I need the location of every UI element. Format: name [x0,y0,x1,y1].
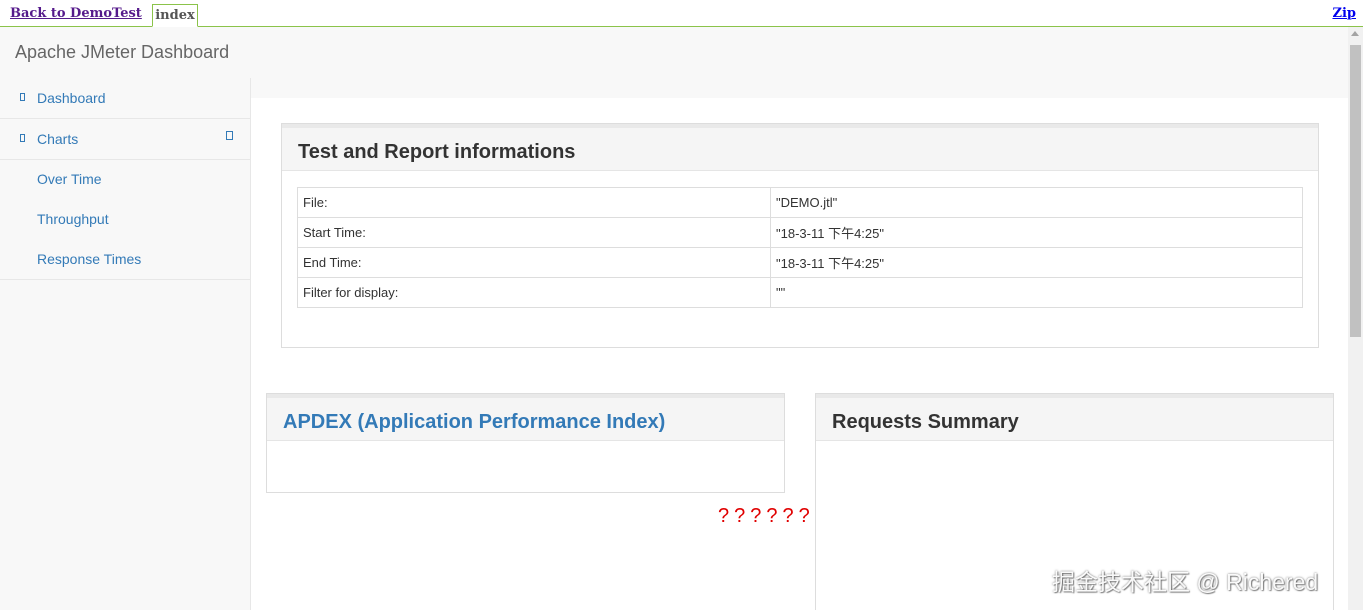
zip-link[interactable]: Zip [1332,6,1356,21]
info-table: File: "DEMO.jtl" Start Time: "18-3-11 下午… [297,187,1303,308]
sidebar-item-label: Charts [37,131,79,147]
brand-title[interactable]: Apache JMeter Dashboard [15,42,229,63]
panel-heading: Test and Report informations [282,124,1318,171]
back-to-demotest-link[interactable]: Back to DemoTest [10,6,142,21]
sidebar-subitem-label: Over Time [37,171,102,187]
watermark: 掘金技术社区 @ Richered [1052,569,1319,595]
tab-index[interactable]: index [152,4,198,27]
sidebar-subitem-label: Response Times [37,251,142,267]
panel-title: Test and Report informations [298,141,576,163]
panel-heading: APDEX (Application Performance Index) [267,394,784,441]
top-bar: Back to DemoTest index Zip [0,0,1363,27]
sidebar-item-throughput[interactable]: Throughput [0,199,250,239]
navbar-header: Apache JMeter Dashboard [0,27,1348,79]
table-row: Start Time: "18-3-11 下午4:25" [297,217,1303,248]
info-key: Start Time: [297,217,771,248]
sidebar-item-over-time[interactable]: Over Time [0,159,250,199]
apdex-panel: APDEX (Application Performance Index) [266,393,785,493]
expand-arrow-icon[interactable] [226,131,233,140]
apdex-title-link[interactable]: APDEX (Application Performance Index) [283,411,665,434]
info-key: File: [297,187,771,218]
info-value: "18-3-11 下午4:25" [770,217,1303,248]
dashboard-icon [20,93,25,101]
info-key: End Time: [297,247,771,278]
scroll-thumb[interactable] [1350,45,1361,337]
scroll-up-arrow-icon[interactable] [1351,31,1359,36]
info-key: Filter for display: [297,277,771,308]
sidebar-item-charts[interactable]: Charts [0,119,250,160]
sidebar: Dashboard Charts Over Time Throughput Re… [0,78,251,610]
content-top-strip [251,78,1348,98]
info-value: "" [770,277,1303,308]
vertical-scrollbar[interactable] [1348,27,1363,610]
info-value: "DEMO.jtl" [770,187,1303,218]
panel-heading: Requests Summary [816,394,1333,441]
info-value: "18-3-11 下午4:25" [770,247,1303,278]
sidebar-item-label: Dashboard [37,90,106,106]
table-row: File: "DEMO.jtl" [297,187,1303,218]
sidebar-subitem-label: Throughput [37,211,109,227]
test-report-info-panel: Test and Report informations File: "DEMO… [281,123,1319,348]
sidebar-item-response-times[interactable]: Response Times [0,239,250,280]
chart-icon [20,134,25,142]
garbled-text: ?????? [718,505,815,527]
sidebar-item-dashboard[interactable]: Dashboard [0,78,250,119]
table-row: Filter for display: "" [297,277,1303,308]
table-row: End Time: "18-3-11 下午4:25" [297,247,1303,278]
panel-title: Requests Summary [832,411,1019,433]
